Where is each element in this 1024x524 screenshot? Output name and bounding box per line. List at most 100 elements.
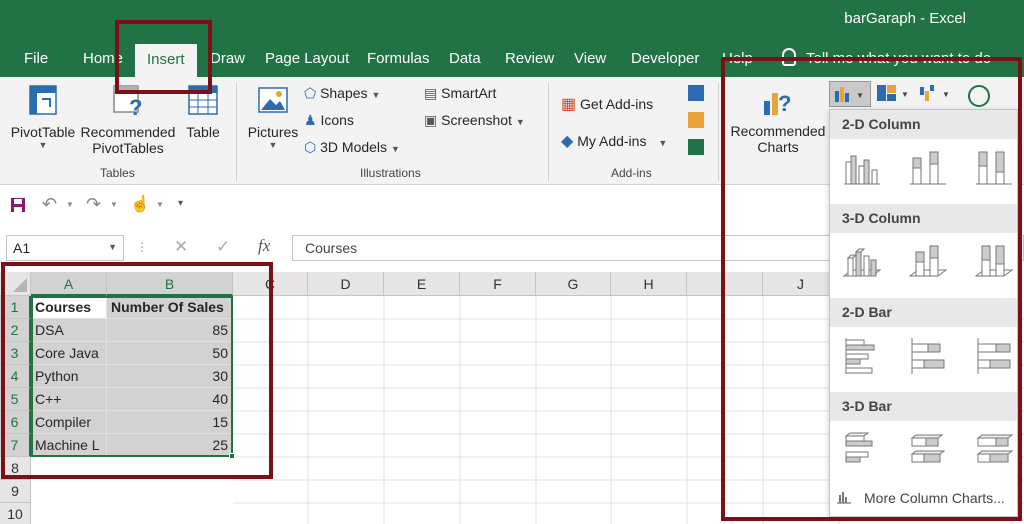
3d-100-stacked-bar-icon[interactable] (974, 430, 1014, 470)
row-header-3[interactable]: 3 (0, 342, 31, 365)
pictures-button[interactable]: Pictures ▼ (244, 83, 302, 150)
cell-a5[interactable]: C++ (31, 388, 107, 411)
redo-icon[interactable]: ↷ (86, 194, 101, 215)
tab-insert[interactable]: Insert (135, 44, 197, 77)
insert-function-icon[interactable]: fx (258, 236, 270, 256)
cell-a1[interactable]: Courses (31, 296, 107, 319)
cell-b2[interactable]: 85 (107, 319, 233, 342)
3d-stacked-bar-icon[interactable] (908, 430, 948, 470)
row-header-4[interactable]: 4 (0, 365, 31, 388)
map-chart-icon[interactable] (968, 85, 990, 107)
tell-me-search[interactable]: Tell me what you want to do (782, 48, 991, 67)
cell-b1[interactable]: Number Of Sales (107, 296, 233, 319)
row-header-9[interactable]: 9 (0, 480, 31, 503)
cell-b5[interactable]: 40 (107, 388, 233, 411)
column-header-i[interactable]: I (687, 272, 763, 296)
smartart-button[interactable]: ▤ SmartArt (424, 85, 496, 102)
row-header-2[interactable]: 2 (0, 319, 31, 342)
column-header-h[interactable]: H (611, 272, 687, 296)
tab-file[interactable]: File (24, 50, 48, 67)
my-addins-button[interactable]: ◆ My Add-ins ▼ (561, 131, 667, 151)
fill-handle[interactable] (229, 453, 235, 459)
100-stacked-column-icon[interactable] (974, 148, 1014, 188)
screenshot-button[interactable]: ▣ Screenshot ▼ (424, 112, 525, 129)
tab-view[interactable]: View (574, 50, 606, 67)
cell-a4[interactable]: Python (31, 365, 107, 388)
3d-clustered-column-icon[interactable] (842, 242, 882, 282)
tab-review[interactable]: Review (505, 50, 554, 67)
tab-help[interactable]: Help (722, 50, 753, 67)
document-title: barGaraph - Excel (844, 10, 966, 27)
column-header-d[interactable]: D (308, 272, 384, 296)
tab-data[interactable]: Data (449, 50, 481, 67)
section-3d-bar: 3-D Bar (830, 392, 1017, 421)
icons-button[interactable]: ♟ Icons (304, 112, 354, 129)
recommended-pivottables-label-2: PivotTables (92, 140, 164, 156)
select-all-corner[interactable] (0, 272, 31, 296)
row-header-5[interactable]: 5 (0, 388, 31, 411)
row-header-7[interactable]: 7 (0, 434, 31, 457)
group-separator (718, 83, 719, 181)
100-stacked-bar-icon[interactable] (974, 336, 1014, 376)
save-icon[interactable] (10, 197, 26, 213)
table-button[interactable]: Table (182, 83, 224, 140)
cell-b3[interactable]: 50 (107, 342, 233, 365)
3d-stacked-column-icon[interactable] (908, 242, 948, 282)
chevron-down-icon[interactable]: ▼ (110, 200, 118, 209)
row-header-6[interactable]: 6 (0, 411, 31, 434)
chevron-down-icon[interactable]: ▼ (156, 200, 164, 209)
title-bar: barGaraph - Excel (0, 0, 1024, 40)
people-graph-icon[interactable] (688, 139, 704, 155)
cell-a2[interactable]: DSA (31, 319, 107, 342)
recommended-charts-button[interactable]: ? Recommended Charts (726, 83, 830, 155)
cancel-icon[interactable]: ✕ (174, 237, 188, 257)
column-header-b[interactable]: B (107, 272, 233, 296)
cell-b7[interactable]: 25 (107, 434, 233, 457)
name-box[interactable]: A1 ▼ (6, 235, 124, 261)
visio-icon[interactable] (688, 85, 704, 101)
3d-100-stacked-column-icon[interactable] (974, 242, 1014, 282)
tab-draw[interactable]: Draw (210, 50, 245, 67)
chevron-down-icon[interactable]: ▼ (66, 200, 74, 209)
waterfall-chart-button[interactable]: ▼ (918, 83, 954, 107)
more-column-charts-link[interactable]: More Column Charts... (836, 490, 1005, 506)
customize-qat-icon[interactable]: ▾ (178, 198, 183, 209)
cell-a6[interactable]: Compiler (31, 411, 107, 434)
tab-home[interactable]: Home (83, 50, 123, 67)
stacked-column-icon[interactable] (908, 148, 948, 188)
get-addins-button[interactable]: ▦ Get Add-ins (561, 94, 653, 114)
column-header-c[interactable]: C (233, 272, 308, 296)
column-header-j[interactable]: J (763, 272, 839, 296)
row-header-10[interactable]: 10 (0, 503, 31, 524)
cell-a7[interactable]: Machine L (31, 434, 107, 457)
stacked-bar-icon[interactable] (908, 336, 948, 376)
enter-icon[interactable]: ✓ (216, 237, 230, 257)
column-header-e[interactable]: E (384, 272, 460, 296)
pivottable-button[interactable]: PivotTable ▼ (10, 83, 76, 150)
row-header-8[interactable]: 8 (0, 457, 31, 480)
tab-page-layout[interactable]: Page Layout (265, 50, 349, 67)
clustered-bar-icon[interactable] (842, 336, 882, 376)
row-header-1[interactable]: 1 (0, 296, 31, 319)
3d-clustered-bar-icon[interactable] (842, 430, 882, 470)
recommended-pivottables-button[interactable]: ? Recommended PivotTables (80, 83, 176, 156)
section-3d-column: 3-D Column (830, 204, 1017, 233)
column-header-f[interactable]: F (460, 272, 536, 296)
bing-maps-icon[interactable] (688, 112, 704, 128)
column-chart-button[interactable]: ▼ (829, 81, 871, 107)
3d-models-label: 3D Models (320, 139, 388, 155)
cell-b4[interactable]: 30 (107, 365, 233, 388)
hierarchy-chart-button[interactable]: ▼ (876, 83, 912, 107)
cell-a3[interactable]: Core Java (31, 342, 107, 365)
column-header-g[interactable]: G (536, 272, 611, 296)
3d-models-button[interactable]: ⬡ 3D Models ▼ (304, 139, 400, 156)
column-header-a[interactable]: A (31, 272, 107, 296)
tab-developer[interactable]: Developer (631, 50, 699, 67)
undo-icon[interactable]: ↶ (42, 194, 57, 215)
touch-mode-icon[interactable]: ☝ (130, 194, 150, 214)
clustered-column-icon[interactable] (842, 148, 882, 188)
shapes-button[interactable]: ⬠ Shapes ▼ (304, 85, 380, 102)
tab-formulas[interactable]: Formulas (367, 50, 430, 67)
cell-b6[interactable]: 15 (107, 411, 233, 434)
chevron-down-icon: ▼ (658, 138, 668, 148)
